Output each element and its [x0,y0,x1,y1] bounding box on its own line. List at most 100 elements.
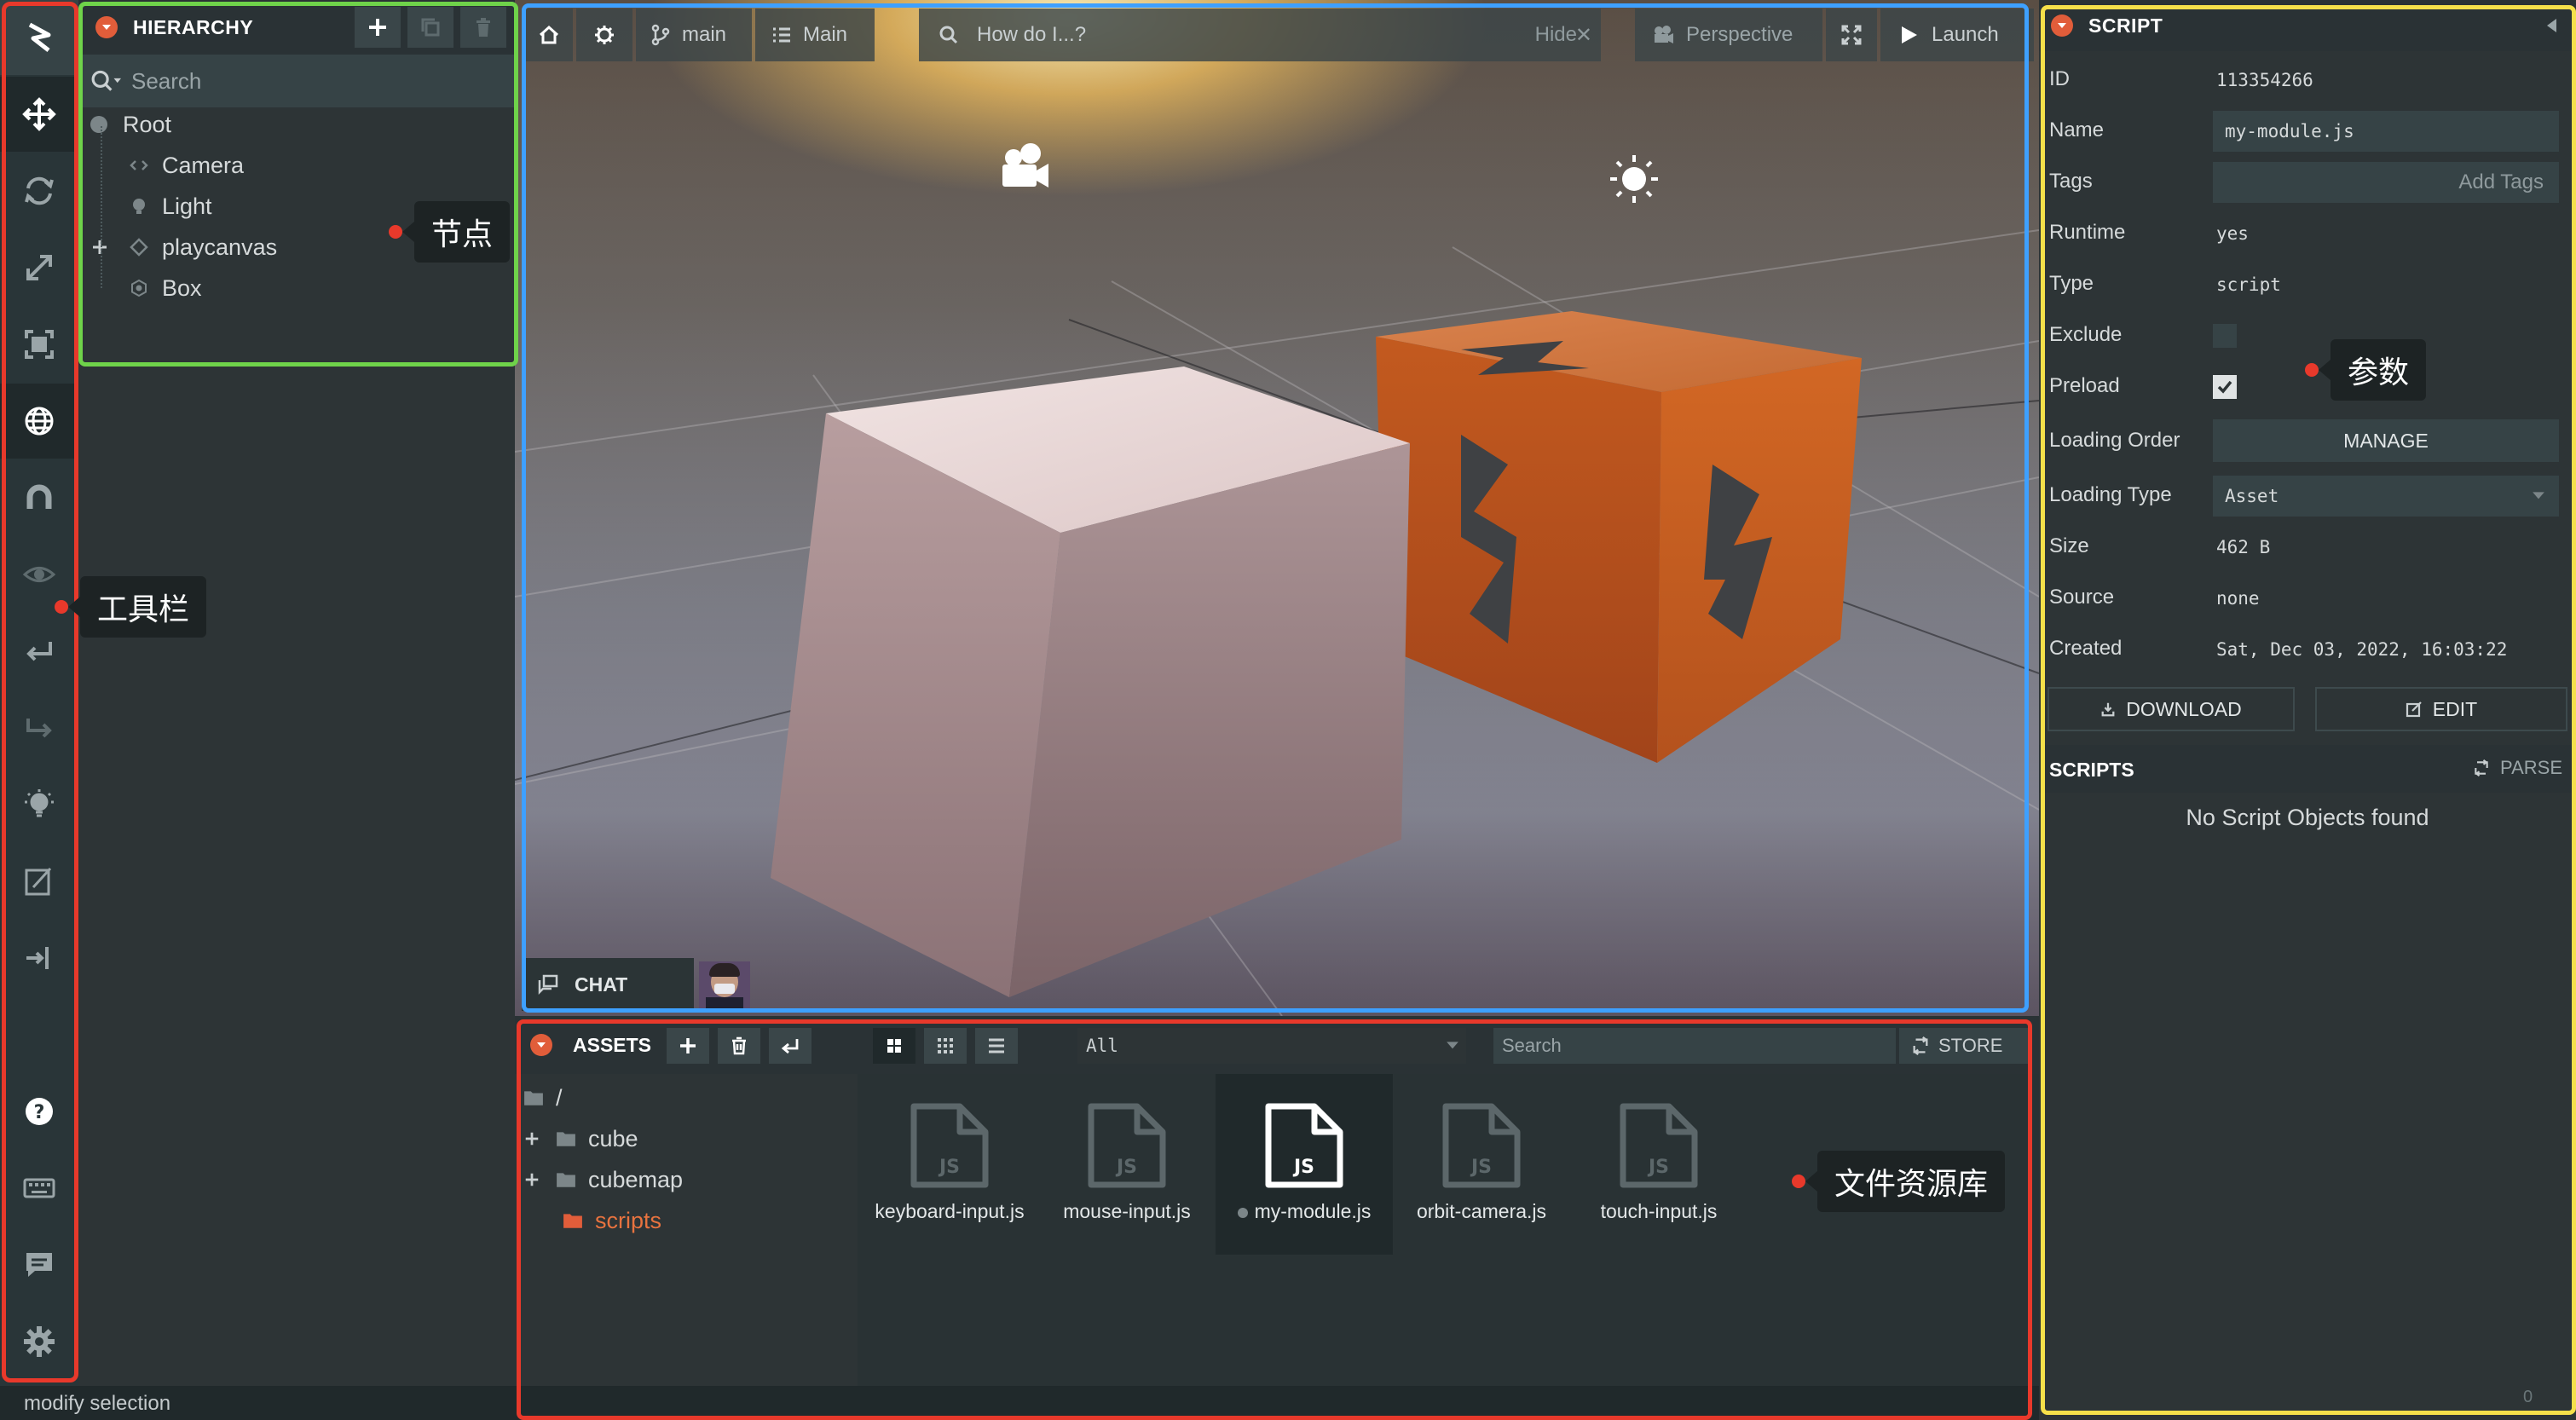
folder-icon [557,1173,575,1187]
resize-tool-icon[interactable] [0,307,78,382]
exclude-checkbox[interactable] [2213,324,2237,348]
collapse-caret-icon[interactable] [530,1034,552,1056]
grid-view-small-button[interactable] [924,1028,967,1064]
delete-asset-button[interactable] [718,1028,760,1064]
tree-item-light[interactable]: Light [78,186,212,227]
back-folder-button[interactable] [769,1028,811,1064]
delete-entity-button[interactable] [460,7,506,48]
launch-button[interactable]: Launch [1880,9,2034,61]
manage-loading-order-button[interactable]: MANAGE [2213,419,2559,462]
translate-tool-icon[interactable] [0,77,78,152]
play-icon [1902,26,1917,43]
name-input[interactable]: my-module.js [2213,111,2559,152]
no-scripts-message: No Script Objects found [2186,805,2429,830]
asset-file-label: keyboard-input.js [875,1200,1025,1222]
hide-button[interactable]: Hide [1535,23,1577,47]
folder-label: scripts [595,1207,662,1233]
camera-icon [1655,26,1673,43]
parse-button[interactable]: PARSE [2473,757,2562,779]
collapse-panel-icon[interactable] [2545,18,2557,33]
asset-file-keyboard-input[interactable]: JS keyboard-input.js [861,1074,1038,1255]
playcanvas-logo-icon[interactable] [0,0,78,75]
collapse-caret-icon[interactable] [2051,14,2073,37]
chat-button[interactable]: CHAT [522,958,694,1011]
field-label-preload: Preload [2049,374,2120,397]
folder-root[interactable]: / [515,1077,563,1118]
assets-header: ASSETS All Search STORE [515,1016,2039,1074]
scale-tool-icon[interactable] [0,230,78,305]
field-value-type: script [2216,274,2281,295]
add-asset-button[interactable] [667,1028,709,1064]
list-view-button[interactable] [975,1028,1018,1064]
asset-file-my-module-selected[interactable]: JS my-module.js [1216,1074,1393,1255]
svg-text:?: ? [34,1102,45,1123]
collapse-caret-icon[interactable] [95,16,118,38]
asset-file-orbit-camera[interactable]: JS orbit-camera.js [1393,1074,1570,1255]
snap-magnet-icon[interactable] [0,460,78,535]
editor-toolbar: ? [0,0,78,1386]
feedback-chat-icon[interactable] [0,1227,78,1302]
camera-mode-dropdown[interactable]: Perspective [1635,9,1822,61]
user-avatar[interactable] [699,961,750,1009]
branch-label: main [682,23,727,46]
asset-type-filter[interactable]: All [1077,1028,1466,1064]
tree-item-camera[interactable]: Camera [78,145,244,186]
tree-item-label: Camera [162,152,245,178]
fullscreen-icon [1841,25,1862,45]
inspector-title: SCRIPT [2088,14,2163,37]
tags-input[interactable]: Add Tags [2213,162,2559,203]
code-editor-icon[interactable] [0,844,78,919]
rotate-tool-icon[interactable] [0,153,78,228]
tree-guide-line [101,126,102,288]
asset-search-input[interactable]: Search [1493,1028,1896,1064]
hierarchy-search-placeholder: Search [131,67,202,94]
redo-icon[interactable] [0,690,78,765]
help-icon[interactable]: ? [0,1074,78,1149]
close-icon[interactable]: ✕ [1575,23,1592,48]
tags-input-placeholder: Add Tags [2458,170,2544,193]
expand-plus-icon[interactable] [90,238,109,257]
world-space-icon[interactable] [0,384,78,459]
fullscreen-button[interactable] [1826,9,1877,61]
tree-item-box[interactable]: Box [78,268,202,309]
refresh-icon [2475,759,2488,776]
store-button[interactable]: STORE [1899,1028,2032,1064]
grid-view-large-button[interactable] [873,1028,915,1064]
folder-cubemap[interactable]: cubemap [515,1159,683,1200]
keyboard-shortcuts-icon[interactable] [0,1151,78,1226]
add-entity-button[interactable] [355,7,401,48]
preload-checkbox[interactable] [2213,375,2237,399]
duplicate-entity-button[interactable] [407,7,453,48]
branch-button[interactable]: main [636,9,752,61]
lightmapper-bulb-icon[interactable] [0,767,78,842]
hierarchy-search-input[interactable]: Search [78,55,515,107]
asset-filter-value: All [1086,1036,1118,1056]
edit-pencil-icon [2406,701,2422,718]
root-node-icon [90,116,107,133]
asset-file-mouse-input[interactable]: JS mouse-input.js [1038,1074,1216,1255]
scene-button[interactable]: Main [755,9,875,61]
asset-file-label: my-module.js [1254,1200,1372,1222]
assets-title: ASSETS [573,1034,652,1056]
asset-file-label: orbit-camera.js [1416,1200,1547,1222]
tree-item-label: Light [162,193,212,219]
loading-type-select[interactable]: Asset [2213,476,2559,517]
field-value-size: 462 B [2216,537,2271,557]
tree-item-root[interactable]: Root [78,104,171,145]
settings-gear-icon[interactable] [0,1304,78,1379]
scene-viewport[interactable]: main Main How do I...? Hide ✕ Perspectiv… [515,0,2039,1016]
field-label-runtime: Runtime [2049,221,2126,244]
folder-cube[interactable]: cube [515,1118,638,1159]
asset-file-touch-input[interactable]: JS touch-input.js [1570,1074,1747,1255]
edit-button[interactable]: EDIT [2315,687,2567,731]
asset-folder-tree: / cube cubemap scripts [515,1074,858,1386]
home-button[interactable] [525,9,573,61]
publish-icon[interactable] [0,921,78,996]
folder-scripts[interactable]: scripts [515,1200,661,1241]
model-node-icon [130,238,148,257]
tree-item-playcanvas[interactable]: playcanvas [78,227,277,268]
help-search-input[interactable]: How do I...? Hide ✕ [919,9,1601,61]
gear-icon [595,26,614,44]
download-button[interactable]: DOWNLOAD [2048,687,2295,731]
settings-button[interactable] [576,9,632,61]
